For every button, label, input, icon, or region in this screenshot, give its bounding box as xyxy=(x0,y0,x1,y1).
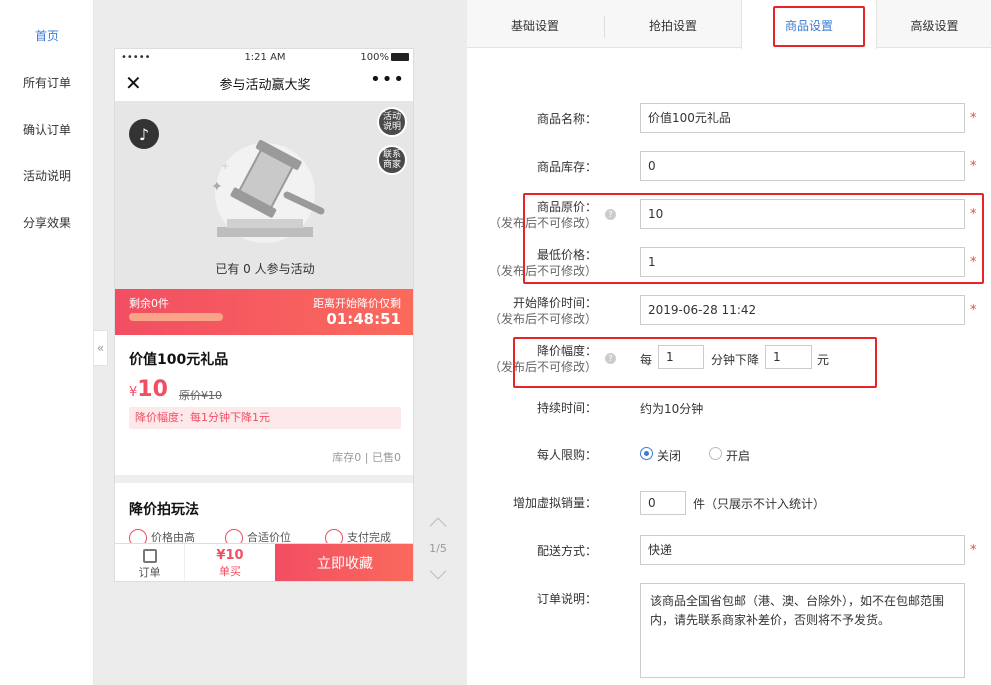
collect-button[interactable]: 立即收藏 xyxy=(275,544,413,581)
virtual-sales-unit: 件（只展示不计入统计） xyxy=(693,497,826,511)
svg-text:+: + xyxy=(221,161,229,172)
orders-button[interactable]: 订单 xyxy=(115,544,185,581)
discount-rule: 降价幅度：每1分钟下降1元 xyxy=(129,407,401,429)
settings-tabs: 基础设置 抢拍设置 商品设置 高级设置 xyxy=(467,0,991,49)
tab-advanced-settings[interactable]: 高级设置 xyxy=(878,0,991,48)
orders-label: 订单 xyxy=(138,566,161,579)
required-mark: * xyxy=(970,111,977,126)
pager: 1/5 xyxy=(425,512,451,580)
purchase-limit-label: 每人限购： xyxy=(536,448,597,462)
order-note-label: 订单说明： xyxy=(536,592,597,606)
phone-preview: ••••• 1:21 AM 100% ✕ 参与活动赢大奖 ••• ♪ 活动 说明… xyxy=(114,48,414,582)
left-nav: 首页 所有订单 确认订单 活动说明 分享效果 xyxy=(0,0,94,685)
required-mark: * xyxy=(970,543,977,558)
highlight-box xyxy=(773,6,865,47)
countdown-bar: 剩余0件 距离开始降价仅剩 01:48:51 xyxy=(115,289,413,335)
nav-item-share-effect[interactable]: 分享效果 xyxy=(0,214,94,231)
limit-on-radio[interactable] xyxy=(709,447,722,460)
battery-percent: 100% xyxy=(360,52,389,63)
nav-item-all-orders[interactable]: 所有订单 xyxy=(0,74,94,91)
highlight-box xyxy=(523,193,984,284)
battery-icon xyxy=(391,53,409,61)
product-name-label: 商品名称： xyxy=(536,112,597,126)
mobile-title-bar: ✕ 参与活动赢大奖 ••• xyxy=(115,67,413,99)
countdown-label: 距离开始降价仅剩 xyxy=(313,297,401,310)
collapse-icon[interactable]: « xyxy=(94,330,108,366)
orders-icon xyxy=(142,549,157,563)
single-price: ¥10 xyxy=(216,548,244,563)
price-value: 10 xyxy=(137,377,168,402)
music-icon[interactable]: ♪ xyxy=(129,119,159,149)
page-up-icon[interactable] xyxy=(429,517,447,535)
play-rules: 降价拍玩法 价格由高 合适价位 支付完成 xyxy=(115,483,413,547)
required-mark: * xyxy=(970,303,977,318)
product-card: 价值100元礼品 ¥10 原价¥10 降价幅度：每1分钟下降1元 库存0 | 已… xyxy=(115,335,413,475)
highlight-box xyxy=(513,337,877,388)
start-time-input[interactable]: 2019-06-28 11:42 xyxy=(640,295,965,325)
remaining-count: 剩余0件 xyxy=(129,297,169,310)
participants-text: 已有 0 人参与活动 xyxy=(215,262,315,276)
virtual-sales-label: 增加虚拟销量： xyxy=(512,496,597,510)
limit-on-label[interactable]: 开启 xyxy=(726,447,750,464)
svg-text:✦: ✦ xyxy=(211,179,223,195)
activity-info-button[interactable]: 活动 说明 xyxy=(377,107,407,137)
original-price: 原价¥10 xyxy=(179,389,222,402)
mobile-page-title: 参与活动赢大奖 xyxy=(219,78,311,93)
product-price: ¥10 xyxy=(129,377,168,402)
required-mark: * xyxy=(970,159,977,174)
shipping-label: 配送方式： xyxy=(536,544,597,558)
nav-item-confirm-orders[interactable]: 确认订单 xyxy=(0,121,94,138)
single-label: 单买 xyxy=(219,565,241,578)
more-icon[interactable]: ••• xyxy=(370,69,405,90)
contact-merchant-button[interactable]: 联系 商家 xyxy=(377,145,407,175)
battery-indicator: 100% xyxy=(360,52,409,63)
immutable-note: （发布后不可修改） xyxy=(488,312,597,326)
limit-off-radio[interactable] xyxy=(640,447,653,460)
countdown-timer: 01:48:51 xyxy=(326,310,401,328)
buy-single-button[interactable]: ¥10 单买 xyxy=(185,544,275,581)
stock-input[interactable]: 0 xyxy=(640,151,965,181)
tab-basic-settings[interactable]: 基础设置 xyxy=(467,0,603,48)
nav-item-activity-info[interactable]: 活动说明 xyxy=(0,167,94,184)
duration-label: 持续时间： xyxy=(536,401,597,415)
status-bar: ••••• 1:21 AM 100% xyxy=(115,49,413,67)
order-note-textarea[interactable]: 该商品全国省包邮（港、澳、台除外），如不在包邮范围内，请先联系商家补差价，否则将… xyxy=(640,583,965,678)
shipping-input[interactable]: 快递 xyxy=(640,535,965,565)
page-down-icon[interactable] xyxy=(429,562,447,580)
page-indicator: 1/5 xyxy=(429,542,447,555)
auction-hammer-icon: ✦ + xyxy=(211,139,325,243)
hero-banner: ♪ 活动 说明 联系 商家 ✦ + 已有 0 人参与活动 xyxy=(115,101,413,289)
progress-bar xyxy=(129,313,223,321)
stock-label: 商品库存： xyxy=(536,160,597,174)
virtual-sales-input[interactable]: 0 xyxy=(640,491,686,515)
stock-sold: 库存0 | 已售0 xyxy=(332,451,401,464)
nav-item-home[interactable]: 首页 xyxy=(0,27,94,44)
product-name: 价值100元礼品 xyxy=(129,352,229,368)
divider xyxy=(115,475,413,483)
tab-snatch-settings[interactable]: 抢拍设置 xyxy=(605,0,741,48)
start-time-label: 开始降价时间： （发布后不可修改） xyxy=(467,295,597,327)
limit-off-label[interactable]: 关闭 xyxy=(657,447,681,464)
play-rules-title: 降价拍玩法 xyxy=(129,502,199,518)
duration-value: 约为10分钟 xyxy=(640,402,704,416)
bottom-action-bar: 订单 ¥10 单买 立即收藏 xyxy=(115,543,413,581)
product-name-input[interactable]: 价值100元礼品 xyxy=(640,103,965,133)
